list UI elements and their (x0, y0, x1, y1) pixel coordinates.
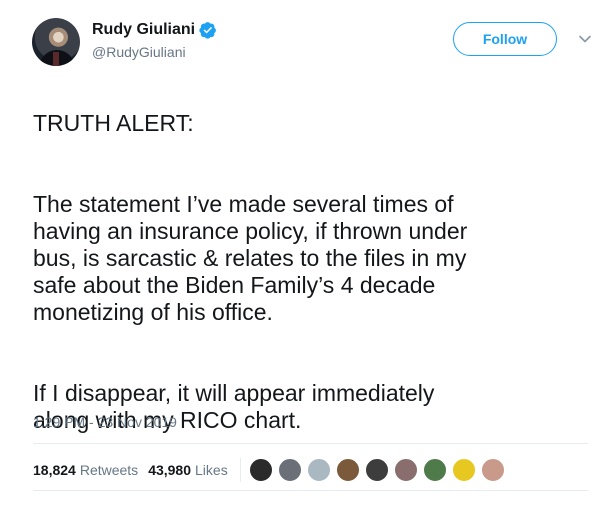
likes-stat[interactable]: 43,980 Likes (148, 462, 228, 478)
tweet-header: Rudy Giuliani @RudyGiuliani Follow (32, 18, 598, 68)
liker-avatar-8[interactable] (451, 458, 476, 482)
bottom-divider (33, 490, 588, 491)
stats-separator (239, 458, 241, 482)
retweets-label: Retweets (79, 462, 139, 478)
liker-avatar-2[interactable] (277, 458, 302, 482)
follow-button[interactable]: Follow (453, 22, 557, 56)
liker-avatars (248, 458, 510, 482)
user-handle[interactable]: @RudyGiuliani (92, 44, 186, 60)
tweet-timestamp[interactable]: 1:29 PM - 23 Nov 2019 (33, 414, 177, 430)
liker-avatar-7[interactable] (422, 458, 447, 482)
tweet-paragraph-1: TRUTH ALERT: (33, 110, 194, 136)
verified-badge-icon (199, 22, 216, 39)
retweets-stat[interactable]: 18,824 Retweets (33, 462, 138, 478)
avatar-tie (53, 52, 59, 66)
likes-count: 43,980 (148, 462, 192, 478)
name-row: Rudy Giuliani (92, 21, 217, 39)
tweet-text: TRUTH ALERT: The statement I’ve made sev… (33, 83, 578, 461)
liker-avatar-1[interactable] (248, 458, 273, 482)
liker-avatar-5[interactable] (364, 458, 389, 482)
avatar[interactable] (32, 18, 80, 66)
liker-avatar-4[interactable] (335, 458, 360, 482)
liker-avatar-9[interactable] (480, 458, 505, 482)
engagement-stats: 18,824 Retweets 43,980 Likes (33, 458, 510, 482)
liker-avatar-3[interactable] (306, 458, 331, 482)
retweets-count: 18,824 (33, 462, 76, 478)
likes-label: Likes (195, 462, 228, 478)
display-name[interactable]: Rudy Giuliani (92, 21, 195, 39)
chevron-down-icon[interactable] (578, 32, 592, 46)
divider (33, 443, 588, 444)
liker-avatar-6[interactable] (393, 458, 418, 482)
tweet-paragraph-2: The statement I’ve made several times of… (33, 191, 468, 325)
